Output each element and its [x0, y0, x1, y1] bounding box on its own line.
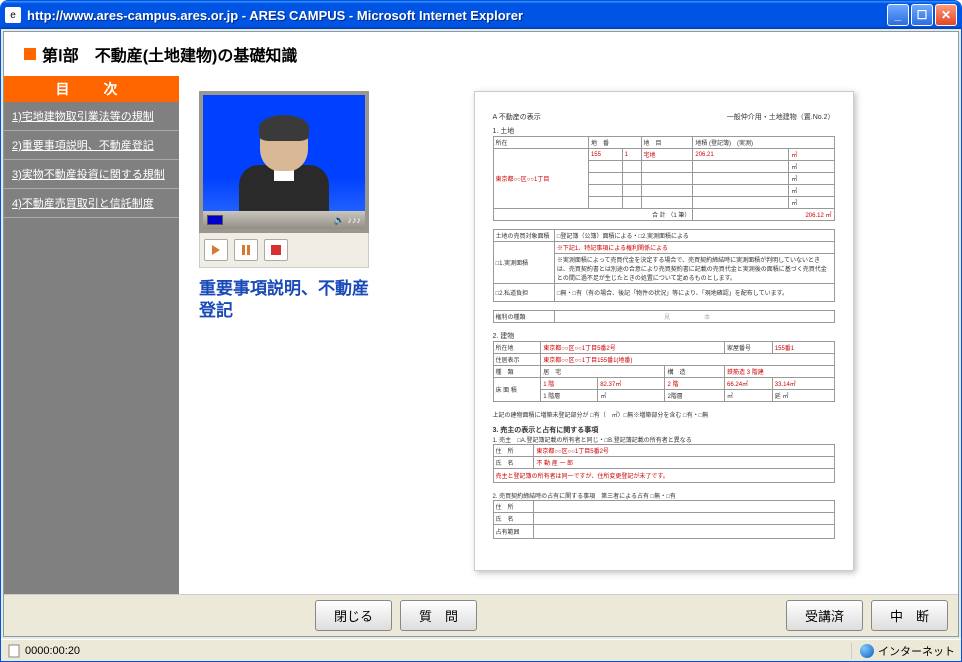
main-row: 目 次 1)宅地建物取引業法等の規制 2)重要事項説明、不動産登記 3)実物不動… — [4, 76, 958, 594]
status-zone: インターネット — [851, 643, 955, 659]
completed-button[interactable]: 受講済 — [786, 600, 863, 631]
video-column: 🔊 ♪♪♪ 重要事項説明、不動産登記 — [199, 91, 369, 579]
doc-section2-label: 2. 建物 — [493, 331, 835, 341]
video-thumbnail[interactable] — [203, 95, 365, 211]
doc-section1-label: 1. 土地 — [493, 126, 835, 136]
building-table: 所在地東京都○○区○○1丁目5番2号家屋番号155番1 住居表示東京都○○区○○… — [493, 341, 835, 402]
video-title: 重要事項説明、不動産登記 — [199, 268, 369, 322]
play-button[interactable] — [204, 239, 228, 261]
play-icon — [212, 245, 220, 255]
statusbar: 0000:00:20 インターネット — [1, 639, 961, 661]
rights-table: 土地の売買対象面積□登記簿（公簿）面積による・□2.実測面積による □1.実測面… — [493, 229, 835, 302]
mihon-table: 権利の種類見 本 — [493, 310, 835, 323]
video-frame: 🔊 ♪♪♪ — [199, 91, 369, 233]
interrupt-button[interactable]: 中 断 — [871, 600, 948, 631]
document-preview[interactable]: A 不動産の表示 一般仲介用・土地建物（置.No.2） 1. 土地 所在地 番地… — [474, 91, 854, 571]
sidebar: 目 次 1)宅地建物取引業法等の規制 2)重要事項説明、不動産登記 3)実物不動… — [4, 76, 179, 594]
content-area: 第Ⅰ部 不動産(土地建物)の基礎知識 目 次 1)宅地建物取引業法等の規制 2)… — [3, 31, 959, 637]
titlebar: e http://www.ares-campus.ares.or.jp - AR… — [1, 1, 961, 29]
stop-button[interactable] — [264, 239, 288, 261]
sound-icon[interactable]: 🔊 ♪♪♪ — [334, 215, 361, 226]
window-title: http://www.ares-campus.ares.or.jp - ARES… — [27, 8, 887, 23]
browser-window: e http://www.ares-campus.ares.or.jp - AR… — [0, 0, 962, 662]
doc-section3-label: 3. 売主の表示と占有に関する事項 — [493, 425, 835, 435]
ie-icon: e — [5, 7, 21, 23]
footer-buttons: 閉じる 質 問 受講済 中 断 — [4, 594, 958, 636]
doc-section-a: A 不動産の表示 — [493, 112, 541, 122]
close-window-button[interactable]: ✕ — [935, 4, 957, 26]
minimize-button[interactable]: _ — [887, 4, 909, 26]
doc-form-id: 一般仲介用・土地建物（置.No.2） — [727, 112, 835, 122]
stop-icon — [271, 245, 281, 255]
status-time: 0000:00:20 — [25, 645, 80, 657]
occupancy-table: 住 所 氏 名 占有範囲 — [493, 500, 835, 539]
pause-icon — [242, 245, 250, 255]
heading-bullet-icon — [24, 48, 36, 60]
maximize-button[interactable]: ☐ — [911, 4, 933, 26]
close-button[interactable]: 閉じる — [315, 600, 392, 631]
globe-icon — [860, 644, 874, 658]
video-overlay-bar: 🔊 ♪♪♪ — [203, 211, 365, 229]
question-button[interactable]: 質 問 — [400, 600, 477, 631]
land-table: 所在地 番地 目地積 (登記簿) (実測) 東京都○○区○○1丁目 155 1 … — [493, 136, 835, 221]
progress-indicator[interactable] — [207, 215, 223, 225]
window-controls: _ ☐ ✕ — [887, 4, 957, 26]
toc-item-2[interactable]: 2)重要事項説明、不動産登記 — [4, 131, 179, 160]
document-column: A 不動産の表示 一般仲介用・土地建物（置.No.2） 1. 土地 所在地 番地… — [389, 91, 938, 579]
page-title: 第Ⅰ部 不動産(土地建物)の基礎知識 — [42, 42, 297, 66]
toc-item-1[interactable]: 1)宅地建物取引業法等の規制 — [4, 102, 179, 131]
center-area: 🔊 ♪♪♪ 重要事項説明、不動産登記 A 不動産の表示 一般仲介用 — [179, 76, 958, 594]
page-icon — [7, 644, 21, 658]
seller-table: 住 所東京都○○区○○1丁目5番2号 氏 名不 動 産 一 郎 売主と登記簿の所… — [493, 444, 835, 483]
player-controls — [199, 233, 369, 268]
page-header: 第Ⅰ部 不動産(土地建物)の基礎知識 — [4, 32, 958, 76]
zone-label: インターネット — [878, 643, 955, 659]
pause-button[interactable] — [234, 239, 258, 261]
toc-header: 目 次 — [4, 76, 179, 102]
toc-item-4[interactable]: 4)不動産売買取引と信託制度 — [4, 189, 179, 218]
toc-item-3[interactable]: 3)実物不動産投資に関する規制 — [4, 160, 179, 189]
sample-watermark: 見 本 — [554, 311, 834, 323]
